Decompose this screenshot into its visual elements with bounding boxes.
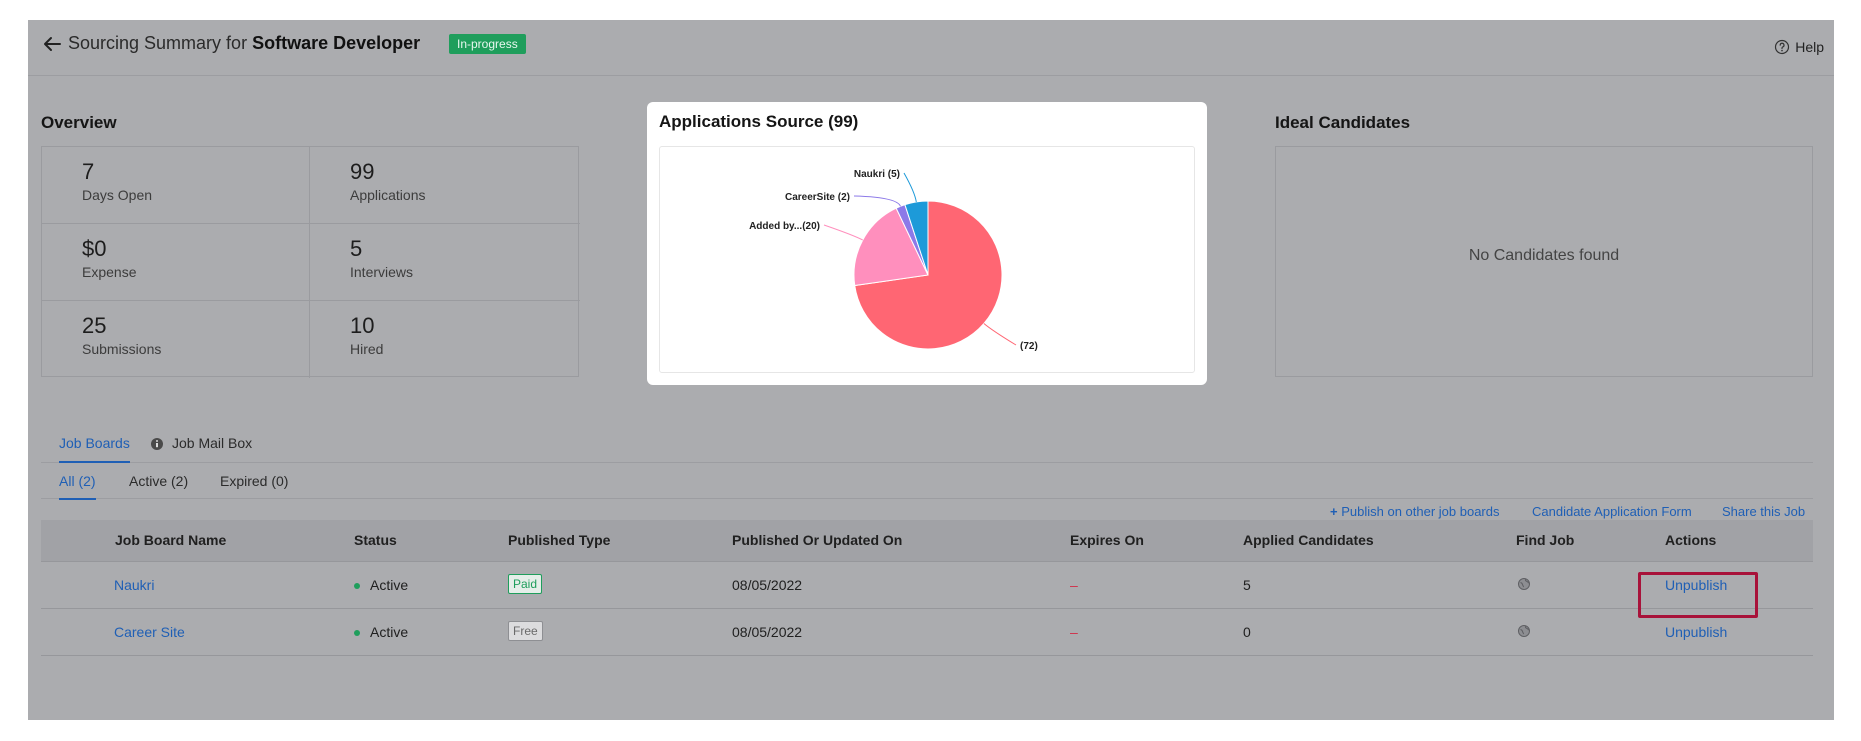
- published-type-badge: Paid: [508, 574, 543, 594]
- unpublish-label: Unpublish: [1665, 577, 1728, 593]
- unpublish-button[interactable]: Unpublish: [1638, 572, 1758, 618]
- stat-value: 7: [82, 159, 95, 184]
- globe-icon[interactable]: [1517, 624, 1531, 638]
- column-header: Status: [354, 532, 397, 548]
- ideal-candidates-title: Ideal Candidates: [1275, 113, 1411, 132]
- status-badge: In-progress: [449, 34, 526, 54]
- stat-value: 25: [82, 313, 107, 338]
- stat-applications: 99 Applications: [310, 147, 580, 224]
- column-header: Expires On: [1070, 532, 1144, 548]
- subtab-all[interactable]: All (2): [59, 473, 96, 500]
- table-row: Naukri Active Paid 08/05/2022 – 5 Unpubl…: [41, 562, 1813, 618]
- subtab-expired[interactable]: Expired (0): [220, 473, 288, 489]
- stat-label: Applications: [350, 187, 426, 203]
- stat-interviews: 5 Interviews: [310, 224, 580, 301]
- pie-label: CareerSite (2): [785, 192, 850, 203]
- stat-label: Days Open: [82, 187, 153, 203]
- job-board-name-link[interactable]: Career Site: [114, 624, 185, 640]
- column-header: Applied Candidates: [1243, 532, 1374, 548]
- publish-link-label: Publish on other job boards: [1341, 504, 1500, 519]
- help-label: Help: [1795, 39, 1824, 55]
- applications-source-card: Applications Source (99) (72) Added by...…: [647, 102, 1207, 385]
- title-prefix: Sourcing Summary for: [68, 33, 248, 53]
- stat-hired: 10 Hired: [310, 301, 580, 378]
- pie-label: (72): [1020, 341, 1038, 352]
- column-header: Find Job: [1516, 532, 1575, 548]
- overview-stats-grid: 7 Days Open 99 Applications $0 Expense 5…: [41, 146, 580, 378]
- empty-candidates-message: No Candidates found: [1468, 247, 1620, 264]
- tab-job-mail-box[interactable]: Job Mail Box: [172, 435, 252, 451]
- overview-title: Overview: [41, 113, 117, 132]
- pie-leader-line: [983, 323, 1017, 346]
- stat-submissions: 25 Submissions: [42, 301, 310, 378]
- status-text: Active: [370, 577, 409, 593]
- job-board-filter-tabs: All (2) Active (2) Expired (0): [41, 463, 1813, 500]
- applications-source-chart: (72) Added by...(20) CareerSite (2) Naukri …: [659, 146, 1195, 373]
- sourcing-summary-page: Sourcing Summary for Software Developer …: [28, 20, 1834, 720]
- published-date: 08/05/2022: [732, 577, 803, 593]
- applied-candidates-count: 5: [1243, 577, 1251, 593]
- published-date: 08/05/2022: [732, 624, 803, 640]
- job-title: Software Developer: [252, 33, 421, 53]
- ideal-candidates-panel: No Candidates found: [1275, 146, 1813, 377]
- pie-leader-line: [903, 172, 917, 203]
- help-link[interactable]: Help: [1774, 39, 1824, 55]
- column-header: Job Board Name: [115, 532, 227, 548]
- pie-label: Naukri (5): [854, 169, 900, 180]
- stat-days-open: 7 Days Open: [42, 147, 310, 224]
- stat-value: 99: [350, 159, 375, 184]
- expires-on: –: [1070, 624, 1078, 640]
- status-cell: Active: [354, 624, 408, 640]
- status-cell: Active: [354, 577, 408, 593]
- applications-source-title: Applications Source (99): [659, 112, 859, 131]
- stat-expense: $0 Expense: [42, 224, 310, 301]
- tab-job-boards[interactable]: Job Boards: [59, 435, 130, 463]
- stat-label: Interviews: [350, 264, 414, 280]
- job-tabs: Job Boards Job Mail Box: [41, 425, 1813, 463]
- plus-icon: +: [1330, 504, 1338, 519]
- stat-value: 10: [350, 313, 375, 338]
- globe-icon[interactable]: [1517, 577, 1531, 591]
- page-title: Sourcing Summary for Software Developer: [68, 33, 420, 54]
- column-header: Actions: [1665, 532, 1717, 548]
- pie-leader-line: [823, 224, 864, 241]
- status-text: Active: [370, 624, 409, 640]
- back-arrow-icon[interactable]: [40, 32, 64, 56]
- published-type-badge: Free: [508, 621, 543, 641]
- job-board-name-link[interactable]: Naukri: [114, 577, 154, 593]
- pie-label: Added by...(20): [749, 221, 820, 232]
- stat-value: 5: [350, 236, 363, 261]
- stat-label: Hired: [350, 341, 384, 357]
- column-header: Published Or Updated On: [732, 532, 903, 548]
- stat-value: $0: [82, 236, 107, 261]
- active-status-dot: [354, 583, 360, 590]
- table-row: Career Site Active Free 08/05/2022 – 0 U…: [41, 609, 1813, 656]
- help-icon: [1775, 39, 1790, 55]
- job-boards-table: Job Board Name Status Published Type Pub…: [41, 520, 1813, 656]
- subtab-active[interactable]: Active (2): [129, 473, 188, 489]
- unpublish-button[interactable]: Unpublish: [1665, 624, 1727, 640]
- stat-label: Expense: [82, 264, 137, 280]
- applied-candidates-count: 0: [1243, 624, 1251, 640]
- table-header: Job Board Name Status Published Type Pub…: [41, 520, 1813, 562]
- expires-on: –: [1070, 577, 1078, 593]
- stat-label: Submissions: [82, 341, 162, 357]
- active-status-dot: [354, 630, 360, 637]
- pie-chart: (72) Added by...(20) CareerSite (2) Naukri …: [749, 169, 1038, 352]
- pie-leader-line: [853, 195, 901, 207]
- info-icon: [151, 438, 163, 450]
- page-header: Sourcing Summary for Software Developer …: [28, 20, 1834, 76]
- column-header: Published Type: [508, 532, 611, 548]
